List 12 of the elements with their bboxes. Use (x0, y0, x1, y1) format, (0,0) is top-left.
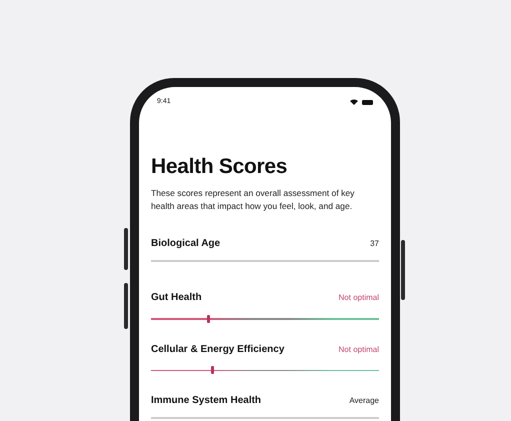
battery-icon (362, 100, 373, 104)
score-label: Cellular & Energy Efficiency (151, 342, 284, 357)
wifi-icon (350, 99, 358, 105)
score-label: Gut Health (151, 291, 202, 306)
score-reading: 37 (370, 238, 379, 250)
score-label: Biological Age (151, 237, 220, 252)
score-reading: Average (349, 395, 379, 408)
score-label: Immune System Health (151, 394, 262, 408)
description-text: These scores represent an overall assessment of key health areas that impact how you feel, look, and age. (151, 187, 356, 212)
page-title: Health Scores (151, 155, 288, 178)
score-reading: Not optimal (338, 292, 379, 304)
score-reading: Not optimal (338, 344, 379, 356)
